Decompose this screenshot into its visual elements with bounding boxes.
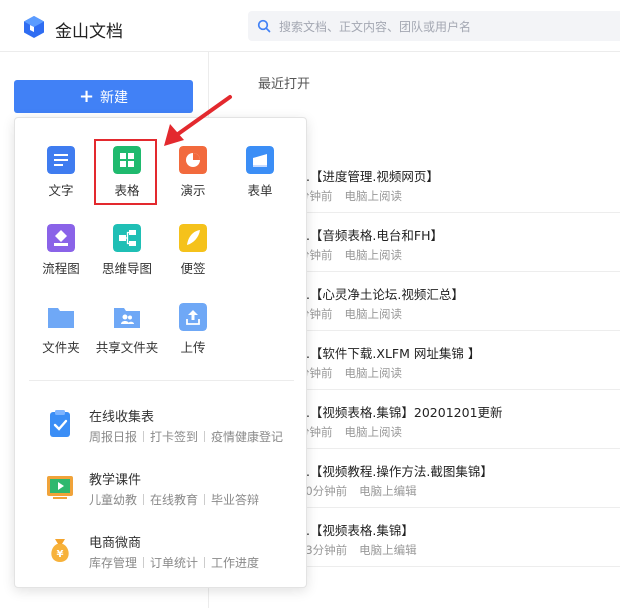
upload-icon [179, 303, 207, 331]
template-tag[interactable]: 打卡签到 [150, 430, 198, 444]
note-icon [179, 224, 207, 252]
text-doc-icon [47, 146, 75, 174]
file-name[interactable]: 1.【视频表格.集锦】20201201更新 [298, 402, 503, 421]
file-meta: 分钟前 电脑上阅读 [298, 365, 414, 381]
template-tags: 儿童幼教 在线教育 毕业答辩 [89, 491, 259, 508]
new-folder[interactable]: 文件夹 [28, 303, 94, 363]
template-title: 电商微商 [89, 536, 142, 551]
folder-icon [48, 308, 74, 328]
file-action: 电脑上阅读 [344, 366, 403, 380]
file-action: 电脑上编辑 [359, 543, 417, 557]
form-icon [246, 146, 274, 174]
flowchart-icon [47, 224, 75, 252]
new-form[interactable]: 表单 [227, 146, 293, 206]
file-name[interactable]: 3.【视频教程.操作方法.截图集锦】 [298, 461, 493, 480]
file-name[interactable]: 1.【软件下载.XLFM 网址集锦 】 [298, 343, 480, 362]
file-meta: 23分钟前 电脑上编辑 [298, 542, 429, 558]
highlight-box [94, 139, 157, 205]
template-tags: 库存管理 订单统计 工作进度 [89, 554, 259, 571]
svg-text:¥: ¥ [57, 549, 64, 560]
new-mindmap[interactable]: 思维导图 [94, 224, 160, 284]
tag-separator [204, 431, 206, 442]
template-tag[interactable]: 订单统计 [150, 556, 198, 570]
search-box[interactable]: 搜索文档、正文内容、团队或用户名 [248, 11, 620, 41]
file-meta: 分钟前 电脑上阅读 [298, 188, 414, 204]
new-note[interactable]: 便签 [160, 224, 226, 284]
tag-separator [204, 494, 206, 505]
tag-separator [143, 431, 145, 442]
recent-section-title: 最近打开 [258, 77, 311, 92]
new-flowchart[interactable]: 流程图 [28, 224, 94, 284]
mindmap-icon [113, 224, 141, 252]
template-tag[interactable]: 疫情健康登记 [211, 430, 283, 444]
tag-separator [143, 494, 145, 505]
file-meta: 分钟前 电脑上阅读 [298, 306, 414, 322]
template-ecommerce[interactable]: ¥ 电商微商 库存管理 订单统计 工作进度 [45, 532, 305, 578]
new-button-label: 新建 [100, 89, 129, 106]
search-icon [257, 19, 271, 33]
file-action: 电脑上阅读 [344, 425, 403, 439]
app-title: 金山文档 [55, 22, 123, 42]
money-bag-icon: ¥ [51, 539, 69, 562]
app-logo-icon[interactable] [22, 15, 46, 39]
file-name[interactable]: 7.【心灵净土论坛.视频汇总】 [298, 284, 464, 303]
upload-label: 上传 [180, 340, 206, 355]
file-meta: 20分钟前 电脑上编辑 [298, 483, 429, 499]
template-tag[interactable]: 周报日报 [89, 430, 137, 444]
template-tags: 周报日报 打卡签到 疫情健康登记 [89, 428, 283, 445]
new-menu-popup: 文字 表格 演示 表单 流程图 思维导图 便签 文件夹 共享文件夹 上传 在线收… [14, 117, 307, 588]
template-online-form[interactable]: 在线收集表 周报日报 打卡签到 疫情健康登记 [45, 406, 305, 452]
tag-separator [204, 557, 206, 568]
presentation-icon [179, 146, 207, 174]
top-bar: 金山文档 搜索文档、正文内容、团队或用户名 [0, 0, 620, 52]
new-shared-folder[interactable]: 共享文件夹 [94, 303, 160, 363]
file-meta: 分钟前 电脑上阅读 [298, 424, 414, 440]
template-title: 教学课件 [89, 473, 142, 488]
template-tag[interactable]: 在线教育 [150, 493, 198, 507]
file-name[interactable]: 1.【视频表格.集锦】 [298, 520, 414, 539]
tag-separator [143, 557, 145, 568]
file-meta: 分钟前 电脑上阅读 [298, 247, 414, 263]
file-action: 电脑上阅读 [344, 248, 403, 262]
clipboard-check-icon [50, 410, 70, 437]
new-note-label: 便签 [180, 261, 206, 276]
new-button[interactable]: + 新建 [14, 80, 193, 113]
template-tag[interactable]: 儿童幼教 [89, 493, 137, 507]
template-tag[interactable]: 工作进度 [211, 556, 259, 570]
template-tag[interactable]: 毕业答辩 [211, 493, 259, 507]
file-action: 电脑上编辑 [359, 484, 417, 498]
template-title: 在线收集表 [89, 410, 155, 425]
shared-folder-icon [114, 308, 140, 328]
file-name[interactable]: 2.【音频表格.电台和FH】 [298, 225, 443, 244]
new-text-doc[interactable]: 文字 [28, 146, 94, 206]
file-action: 电脑上阅读 [344, 189, 403, 203]
new-presentation[interactable]: 演示 [160, 146, 226, 206]
popup-divider [29, 380, 294, 381]
file-action: 电脑上阅读 [344, 307, 403, 321]
video-board-icon [47, 476, 73, 499]
template-courseware[interactable]: 教学课件 儿童幼教 在线教育 毕业答辩 [45, 469, 305, 515]
file-name[interactable]: 5.【进度管理.视频网页】 [298, 166, 439, 185]
new-form-label: 表单 [247, 183, 273, 198]
template-tag[interactable]: 库存管理 [89, 556, 137, 570]
search-input[interactable]: 搜索文档、正文内容、团队或用户名 [279, 18, 471, 35]
upload-button[interactable]: 上传 [160, 303, 226, 363]
plus-icon: + [78, 85, 95, 107]
